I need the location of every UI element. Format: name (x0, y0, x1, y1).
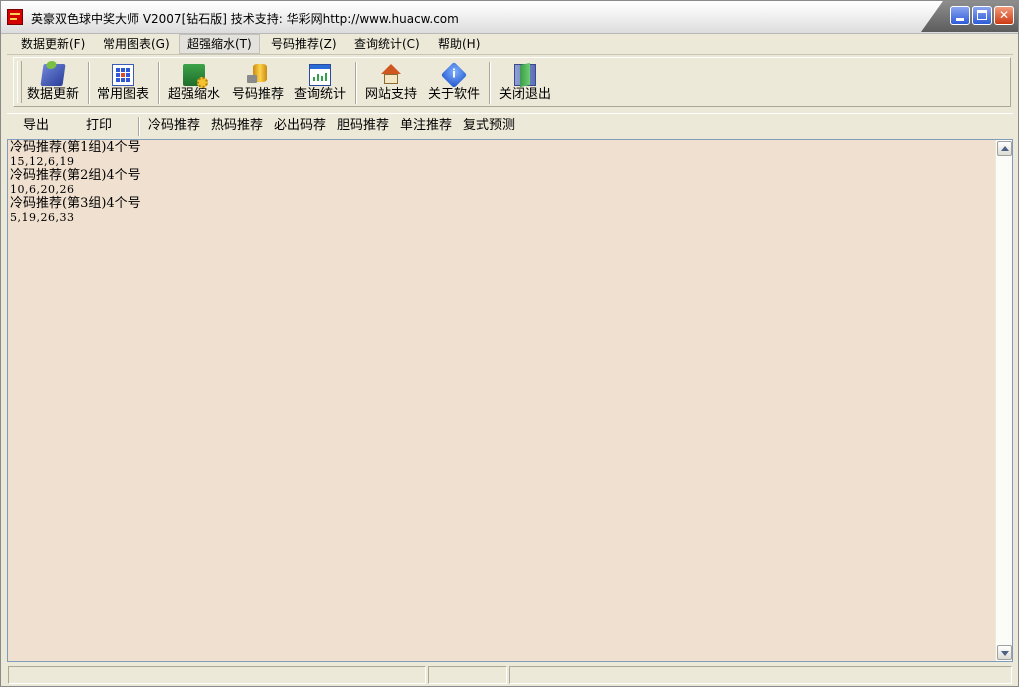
result-group-numbers: 10,6,20,26 (10, 183, 75, 196)
secondary-toolbar: 导出 打印 冷码推荐 热码推荐 必出码荐 胆码推荐 单注推荐 复式预测 (7, 113, 1013, 139)
maximize-button[interactable] (972, 6, 992, 25)
number-recommend-button[interactable]: 号码推荐 (228, 61, 288, 105)
menu-common-charts[interactable]: 常用图表(G) (96, 34, 177, 54)
hot-numbers-button[interactable]: 热码推荐 (211, 118, 263, 134)
status-panel-3 (509, 666, 1012, 684)
status-bar (7, 665, 1013, 685)
toolbar-separator (138, 117, 140, 136)
toolbar-grip[interactable] (17, 61, 22, 103)
cold-numbers-button[interactable]: 冷码推荐 (148, 118, 200, 134)
common-charts-label: 常用图表 (96, 87, 149, 102)
number-recommend-label: 号码推荐 (231, 87, 284, 102)
minimize-button[interactable] (950, 6, 970, 25)
menu-bar: 数据更新(F) 常用图表(G) 超强缩水(T) 号码推荐(Z) 查询统计(C) … (7, 34, 1013, 55)
super-reduce-button[interactable]: 超强缩水 (164, 61, 224, 105)
print-button[interactable]: 打印 (86, 118, 112, 134)
toolbar-separator (355, 62, 357, 104)
result-group-numbers: 15,12,6,19 (10, 155, 75, 168)
window-title: 英豪双色球中奖大师 V2007[钻石版] 技术支持: 华彩网http://www… (31, 12, 459, 26)
coins-icon (247, 64, 269, 86)
export-button[interactable]: 导出 (23, 118, 49, 134)
gear-book-icon (183, 64, 208, 88)
result-group-heading: 冷码推荐(第2组)4个号 (10, 168, 141, 183)
compound-forecast-button[interactable]: 复式预测 (463, 118, 515, 134)
house-icon (380, 64, 402, 86)
toolbar-separator (158, 62, 160, 104)
exit-door-icon (514, 64, 536, 86)
result-group-heading: 冷码推荐(第1组)4个号 (10, 140, 141, 155)
data-update-button[interactable]: 数据更新 (23, 61, 83, 105)
query-stats-label: 查询统计 (293, 87, 346, 102)
data-update-label: 数据更新 (26, 87, 79, 102)
website-support-label: 网站支持 (364, 87, 417, 102)
banker-numbers-button[interactable]: 胆码推荐 (337, 118, 389, 134)
close-exit-label: 关闭退出 (498, 87, 551, 102)
menu-data-update[interactable]: 数据更新(F) (14, 34, 92, 54)
results-text: 冷码推荐(第1组)4个号 15,12,6,19 冷码推荐(第2组)4个号 10,… (10, 141, 141, 225)
query-stats-button[interactable]: 查询统计 (290, 61, 350, 105)
close-button[interactable]: ✕ (994, 6, 1014, 25)
close-exit-button[interactable]: 关闭退出 (495, 61, 555, 105)
super-reduce-label: 超强缩水 (167, 87, 220, 102)
app-icon[interactable] (7, 9, 23, 25)
chart-window-icon (309, 64, 331, 86)
website-support-button[interactable]: 网站支持 (361, 61, 421, 105)
about-software-button[interactable]: 关于软件 (424, 61, 484, 105)
minimize-icon (956, 18, 964, 21)
single-bet-button[interactable]: 单注推荐 (400, 118, 452, 134)
toolbar-separator (88, 62, 90, 104)
scroll-down-icon[interactable] (997, 645, 1012, 660)
vertical-scrollbar[interactable] (995, 140, 1012, 661)
menu-help[interactable]: 帮助(H) (431, 34, 487, 54)
result-group-heading: 冷码推荐(第3组)4个号 (10, 196, 141, 211)
menu-super-reduce[interactable]: 超强缩水(T) (179, 34, 260, 54)
result-group-numbers: 5,19,26,33 (10, 211, 75, 224)
scroll-up-icon[interactable] (997, 141, 1012, 156)
title-bar[interactable]: 英豪双色球中奖大师 V2007[钻石版] 技术支持: 华彩网http://www… (1, 1, 1018, 34)
common-charts-button[interactable]: 常用图表 (93, 61, 153, 105)
main-toolbar: 数据更新 常用图表 超强缩水 号码推荐 查询统计 网站支持 关于软件 (13, 57, 1011, 107)
grid-chart-icon (112, 64, 134, 86)
menu-number-recommend[interactable]: 号码推荐(Z) (264, 34, 344, 54)
app-window: 英豪双色球中奖大师 V2007[钻石版] 技术支持: 华彩网http://www… (0, 0, 1019, 687)
maximize-icon (977, 10, 987, 20)
results-textarea[interactable]: 冷码推荐(第1组)4个号 15,12,6,19 冷码推荐(第2组)4个号 10,… (7, 139, 1013, 662)
status-panel-2 (428, 666, 507, 684)
info-icon (440, 61, 468, 89)
about-software-label: 关于软件 (427, 87, 480, 102)
toolbar-separator (489, 62, 491, 104)
close-icon: ✕ (998, 8, 1010, 22)
must-appear-button[interactable]: 必出码荐 (274, 118, 326, 134)
book-update-icon (40, 64, 66, 86)
status-panel-1 (8, 666, 426, 684)
menu-query-stats[interactable]: 查询统计(C) (347, 34, 427, 54)
